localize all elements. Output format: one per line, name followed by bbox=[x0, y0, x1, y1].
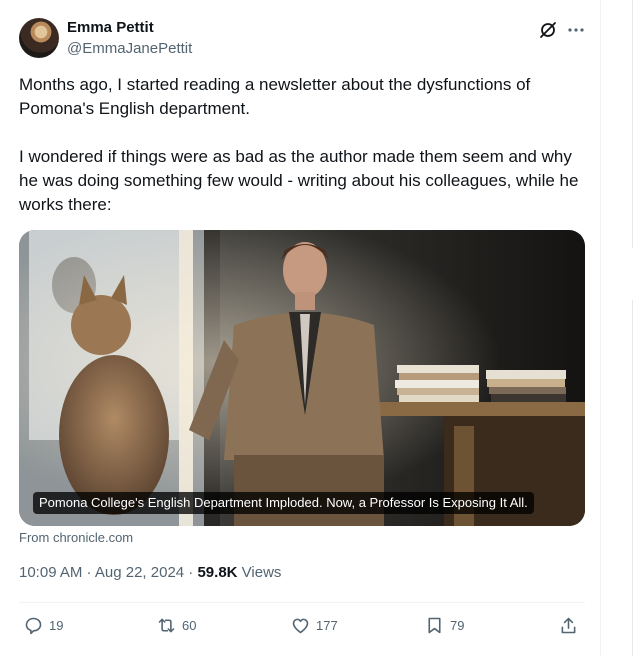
tweet: Emma Pettit @EmmaJanePettit Months ago, … bbox=[0, 0, 601, 656]
share-icon bbox=[561, 617, 576, 633]
author-name[interactable]: Emma Pettit bbox=[67, 19, 154, 36]
tweet-paragraph-1: Months ago, I started reading a newslett… bbox=[19, 75, 531, 118]
grok-slash-icon[interactable] bbox=[538, 20, 558, 40]
more-icon[interactable] bbox=[566, 20, 586, 40]
reply-count: 19 bbox=[49, 617, 64, 633]
avatar[interactable] bbox=[19, 18, 59, 58]
like-count: 177 bbox=[316, 617, 338, 633]
tweet-meta: 10:09 AM · Aug 22, 2024 · 59.8K Views bbox=[19, 564, 281, 581]
action-bar: 19 60 177 79 bbox=[19, 612, 585, 638]
bookmark-button[interactable]: 79 bbox=[424, 612, 464, 638]
tweet-text: Months ago, I started reading a newslett… bbox=[19, 73, 589, 217]
card-image bbox=[19, 230, 585, 526]
views-label: Views bbox=[237, 564, 282, 581]
sidebar-border bbox=[632, 0, 633, 248]
tweet-paragraph-2: I wondered if things were as bad as the … bbox=[19, 147, 579, 214]
timestamp[interactable]: 10:09 AM · Aug 22, 2024 · bbox=[19, 564, 197, 581]
bookmark-icon bbox=[428, 617, 441, 633]
repost-icon bbox=[158, 618, 175, 632]
bookmark-count: 79 bbox=[450, 617, 465, 633]
card-title: Pomona College's English Department Impl… bbox=[33, 492, 534, 514]
heart-icon bbox=[292, 618, 309, 633]
reply-button[interactable]: 19 bbox=[23, 612, 63, 638]
repost-count: 60 bbox=[182, 617, 197, 633]
reply-icon bbox=[25, 617, 42, 634]
share-button[interactable] bbox=[558, 612, 579, 638]
link-card[interactable]: Pomona College's English Department Impl… bbox=[19, 230, 585, 526]
repost-button[interactable]: 60 bbox=[156, 612, 196, 638]
card-source[interactable]: From chronicle.com bbox=[19, 530, 133, 545]
sidebar-border bbox=[632, 300, 633, 656]
like-button[interactable]: 177 bbox=[290, 612, 338, 638]
views-count: 59.8K bbox=[197, 564, 238, 581]
divider bbox=[19, 602, 585, 603]
author-handle[interactable]: @EmmaJanePettit bbox=[67, 40, 192, 57]
